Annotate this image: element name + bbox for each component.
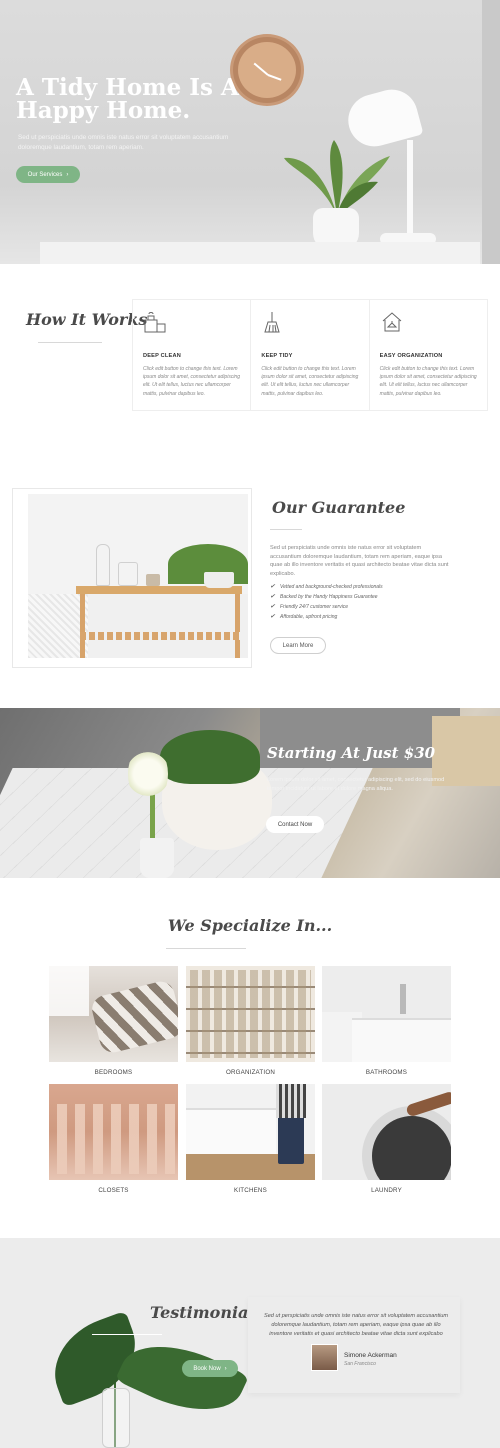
card-easy-organization: EASY ORGANIZATION Click edit button to c… [370, 300, 487, 410]
tile-organization-image[interactable] [186, 966, 315, 1062]
tile-label-laundry[interactable]: LAUNDRY [322, 1187, 451, 1194]
tile-label-organization[interactable]: ORGANIZATION [186, 1069, 315, 1076]
tile-label-bedrooms[interactable]: BEDROOMS [49, 1069, 178, 1076]
tile-bathrooms-image[interactable] [322, 966, 451, 1062]
check-icon: ✔ [270, 594, 276, 600]
book-now-button[interactable]: Book Now › [182, 1360, 238, 1377]
chevron-right-icon: › [224, 1365, 227, 1372]
wall-edge [482, 0, 500, 264]
list-item: ✔ Vetted and background-checked professio… [270, 584, 383, 590]
contact-now-button[interactable]: Contact Now [266, 816, 324, 833]
list-item: ✔ Affordable, upfront pricing [270, 614, 338, 620]
check-icon: ✔ [270, 604, 276, 610]
card-text: Click edit button to change this text. L… [379, 366, 477, 397]
pricing-title: Starting At Just $30 [267, 744, 436, 762]
check-icon: ✔ [270, 614, 276, 620]
guarantee-list: ✔ Vetted and background-checked professio… [270, 582, 383, 622]
hero-background [0, 0, 500, 264]
title-divider [166, 948, 246, 949]
tile-bedrooms-image[interactable] [49, 966, 178, 1062]
card-text: Click edit button to change this text. L… [261, 366, 359, 397]
title-divider [38, 342, 102, 343]
hero-title: A Tidy Home Is A Happy Home. [16, 74, 239, 124]
our-services-button[interactable]: Our Services › [16, 166, 80, 183]
plant-image [284, 140, 390, 216]
broom-icon [264, 312, 281, 333]
specialize-title: We Specialize In... [167, 916, 333, 935]
title-divider [92, 1334, 162, 1335]
how-it-works-cards: DEEP CLEAN Click edit button to change t… [132, 299, 488, 411]
guarantee-title: Our Guarantee [272, 498, 406, 517]
list-item: ✔ Friendly 24/7 customer service [270, 604, 349, 610]
console-table-image [28, 494, 248, 658]
card-title: DEEP CLEAN [143, 353, 181, 359]
learn-more-button[interactable]: Learn More [270, 637, 326, 654]
title-divider [270, 529, 302, 530]
tile-label-bathrooms[interactable]: BATHROOMS [322, 1069, 451, 1076]
testimonial-location: San Francisco [344, 1361, 376, 1367]
book-now-label: Book Now [193, 1365, 221, 1372]
tile-closets-image[interactable] [49, 1084, 178, 1180]
card-keep-tidy: KEEP TIDY Click edit button to change th… [251, 300, 370, 410]
card-title: KEEP TIDY [261, 353, 293, 359]
our-services-label: Our Services [27, 171, 63, 178]
hanger-house-icon [382, 312, 401, 332]
avatar [311, 1344, 338, 1371]
testimonial-quote: Sed ut perspiciatis unde omnis iste natu… [263, 1313, 449, 1337]
tabletop [40, 242, 480, 264]
vase-image [102, 1388, 130, 1448]
card-text: Click edit button to change this text. L… [143, 366, 240, 397]
cleaning-bucket-icon [144, 312, 166, 333]
tile-label-closets[interactable]: CLOSETS [49, 1187, 178, 1194]
list-item: ✔ Backed by the Handy Happiness Guarantee [270, 594, 378, 600]
testimonial-name: Simone Ackerman [344, 1352, 397, 1359]
tile-kitchens-image[interactable] [186, 1084, 315, 1180]
card-title: EASY ORGANIZATION [379, 353, 443, 359]
tile-label-kitchens[interactable]: KITCHENS [186, 1187, 315, 1194]
card-deep-clean: DEEP CLEAN Click edit button to change t… [133, 300, 252, 410]
chevron-right-icon: › [66, 171, 69, 178]
hero-text: Sed ut perspiciatis unde omnis iste natu… [18, 134, 229, 151]
testimonials-title: Testimonials [150, 1303, 264, 1322]
guarantee-text: Sed ut perspiciatis unde omnis iste natu… [270, 545, 449, 577]
pricing-text: Lorem ipsum dolor sit amet, consectetur … [267, 777, 445, 792]
how-it-works-title: How It Works [26, 310, 148, 329]
tile-laundry-image[interactable] [322, 1084, 451, 1180]
check-icon: ✔ [270, 584, 276, 590]
